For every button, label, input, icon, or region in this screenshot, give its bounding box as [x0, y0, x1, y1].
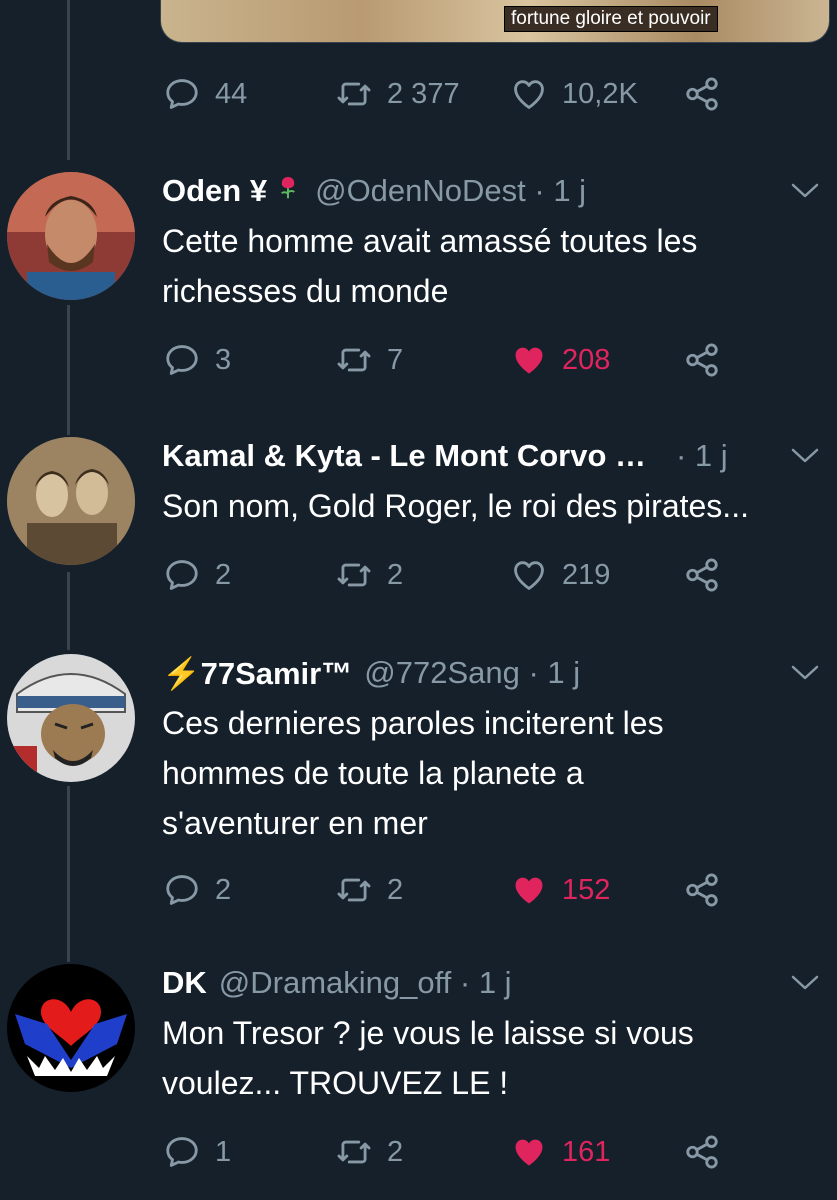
tweet-text-line: voulez... TROUVEZ LE ! [162, 1065, 509, 1101]
tweet-text: Cette homme avait amassé toutes les rich… [162, 216, 812, 316]
tweet-text-line: s'aventurer en mer [162, 805, 428, 841]
reply-button[interactable]: 1 [163, 1132, 231, 1172]
like-count: 208 [562, 343, 611, 376]
tweet-header: Oden ¥ @OdenNoDest · 1 j [162, 170, 586, 212]
share-button[interactable] [683, 1132, 721, 1172]
share-button[interactable] [683, 555, 721, 595]
retweet-count: 2 [387, 1135, 404, 1168]
action-bar: 1 2 161 [163, 1132, 763, 1172]
share-icon [686, 343, 718, 377]
reply-count: 2 [215, 558, 232, 591]
like-count: 152 [562, 873, 611, 906]
retweet-icon [337, 82, 371, 106]
heart-filled-icon [515, 1139, 543, 1166]
reply-count: 2 [215, 873, 232, 906]
retweet-button[interactable]: 2 [335, 870, 403, 910]
like-button[interactable]: 208 [510, 340, 610, 380]
avatar[interactable] [5, 652, 137, 784]
handle[interactable]: @Dramaking_off · 1 j [219, 965, 512, 1001]
retweet-icon [337, 348, 371, 372]
action-bar: 2 2 219 [163, 555, 763, 595]
handle[interactable]: · 1 j [676, 438, 728, 474]
reply-count: 3 [215, 343, 232, 376]
heart-filled-icon [515, 347, 543, 374]
tweet-text: Ces dernieres paroles inciterent les hom… [162, 698, 812, 848]
handle[interactable]: @772Sang · 1 j [364, 655, 580, 691]
display-name[interactable]: Kamal & Kyta - Le Mont Corvo … [162, 438, 646, 474]
share-icon [686, 873, 718, 907]
reply-button[interactable]: 2 [163, 555, 231, 595]
retweet-button[interactable]: 7 [335, 340, 403, 380]
media-image[interactable]: fortune gloire et pouvoir [160, 0, 830, 43]
reply-count: 44 [215, 77, 248, 110]
avatar[interactable] [5, 170, 137, 302]
handle[interactable]: @OdenNoDest · 1 j [315, 173, 586, 209]
retweet-icon [337, 878, 371, 902]
like-count: 10,2K [562, 77, 638, 110]
retweet-icon [337, 563, 371, 587]
tweet-header: Kamal & Kyta - Le Mont Corvo … · 1 j [162, 435, 728, 477]
rose-icon [273, 172, 303, 210]
display-name[interactable]: Oden ¥ [162, 173, 267, 209]
reply-button[interactable]: 3 [163, 340, 231, 380]
retweet-button[interactable]: 2 [335, 1132, 403, 1172]
action-bar: 3 7 208 [163, 340, 763, 380]
tweet-header: ⚡77Samir™ @772Sang · 1 j [162, 652, 580, 694]
tweet-text-line: hommes de toute la planete a [162, 755, 584, 791]
retweet-button[interactable]: 2 377 [335, 74, 460, 114]
tweet-text-line: Son nom, Gold Roger, le roi des pirates.… [162, 488, 749, 524]
chevron-down-icon[interactable] [785, 176, 825, 206]
like-button[interactable]: 152 [510, 870, 610, 910]
like-button[interactable]: 161 [510, 1132, 610, 1172]
like-button[interactable]: 10,2K [510, 74, 638, 114]
like-count: 161 [562, 1135, 611, 1168]
tweet-header: DK @Dramaking_off · 1 j [162, 962, 512, 1004]
tweet-text: Mon Tresor ? je vous le laisse si vous v… [162, 1008, 812, 1108]
heart-filled-icon [515, 877, 543, 904]
share-button[interactable] [683, 870, 721, 910]
action-bar: 2 2 152 [163, 870, 763, 910]
display-name[interactable]: DK [162, 965, 207, 1001]
display-name[interactable]: ⚡77Samir™ [162, 655, 352, 692]
chevron-down-icon[interactable] [785, 441, 825, 471]
retweet-count: 2 [387, 558, 404, 591]
thread-line [67, 305, 70, 435]
tweet-text-line: richesses du monde [162, 273, 449, 309]
retweet-icon [337, 1140, 371, 1164]
heart-icon [514, 561, 544, 590]
media-caption: fortune gloire et pouvoir [504, 6, 718, 32]
share-button[interactable] [683, 340, 721, 380]
reply-icon [166, 560, 198, 590]
reply-button[interactable]: 44 [163, 74, 247, 114]
thread-line [67, 572, 70, 650]
action-bar: 44 2 377 10,2K [163, 74, 763, 114]
tweet-text-line: Cette homme avait amassé toutes les [162, 223, 698, 259]
tweet-text: Son nom, Gold Roger, le roi des pirates.… [162, 481, 832, 531]
retweet-count: 2 377 [387, 77, 460, 110]
like-button[interactable]: 219 [510, 555, 610, 595]
reply-icon [166, 345, 198, 375]
share-icon [686, 77, 718, 111]
reply-icon [166, 1137, 198, 1167]
retweet-count: 7 [387, 343, 404, 376]
like-count: 219 [562, 558, 611, 591]
reply-button[interactable]: 2 [163, 870, 231, 910]
reply-icon [166, 875, 198, 905]
retweet-button[interactable]: 2 [335, 555, 403, 595]
share-icon [686, 1135, 718, 1169]
avatar[interactable] [5, 435, 137, 567]
reply-icon [166, 79, 198, 109]
reply-count: 1 [215, 1135, 232, 1168]
retweet-count: 2 [387, 873, 404, 906]
thread-line [67, 0, 70, 160]
avatar[interactable] [5, 962, 137, 1094]
chevron-down-icon[interactable] [785, 658, 825, 688]
heart-icon [514, 80, 544, 109]
share-button[interactable] [683, 74, 721, 114]
chevron-down-icon[interactable] [785, 968, 825, 998]
tweet-text-line: Mon Tresor ? je vous le laisse si vous [162, 1015, 694, 1051]
thread-line [67, 786, 70, 962]
tweet-text-line: Ces dernieres paroles inciterent les [162, 705, 664, 741]
share-icon [686, 558, 718, 592]
